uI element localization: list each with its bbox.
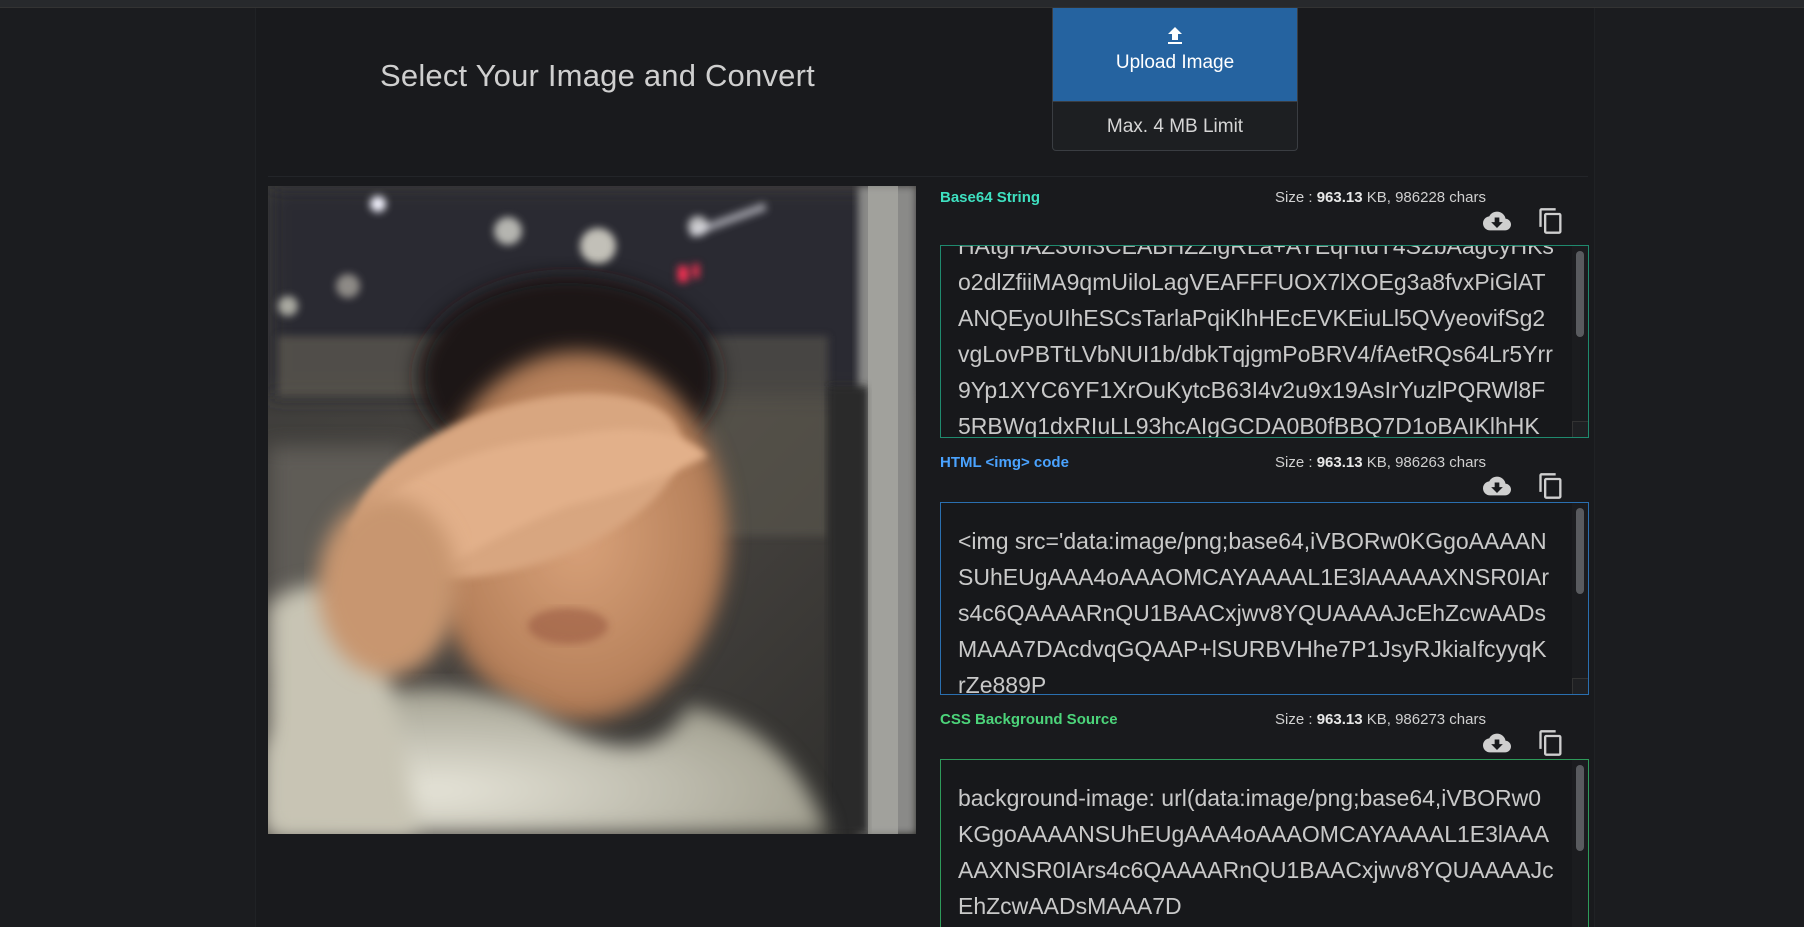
resize-handle[interactable] — [1572, 678, 1588, 694]
css-background-content: background-image: url(data:image/png;bas… — [958, 785, 1554, 919]
html-size-text: Size : 963.13 KB, 986263 chars — [1275, 454, 1486, 471]
css-background-label: CSS Background Source — [940, 711, 1118, 728]
base64-content: HAtgHAZ30fi3CEABHZZigRLa+AYEqHtdT4S2bAag… — [958, 245, 1554, 438]
scrollbar-thumb[interactable] — [1576, 251, 1584, 337]
scrollbar-thumb[interactable] — [1576, 508, 1584, 594]
size-value: 963.13 — [1316, 711, 1363, 728]
preview-photo — [268, 186, 916, 834]
css-background-textarea[interactable]: background-image: url(data:image/png;bas… — [940, 759, 1589, 927]
copy-icon[interactable] — [1537, 472, 1565, 500]
cloud-download-icon[interactable] — [1483, 472, 1511, 500]
base64-size-text: Size : 963.13 KB, 986228 chars — [1275, 189, 1486, 206]
cloud-download-icon[interactable] — [1483, 729, 1511, 757]
size-value: 963.13 — [1316, 454, 1363, 471]
size-value: 963.13 — [1316, 189, 1363, 206]
size-prefix: Size : — [1275, 454, 1317, 471]
browser-top-bar — [0, 0, 1804, 8]
upload-button-label: Upload Image — [1115, 52, 1235, 73]
scrollbar[interactable] — [1572, 246, 1588, 437]
scrollbar-thumb[interactable] — [1576, 765, 1584, 851]
divider — [268, 176, 1588, 177]
size-prefix: Size : — [1275, 189, 1317, 206]
base64-textarea[interactable]: HAtgHAZ30fi3CEABHZZigRLa+AYEqHtdT4S2bAag… — [940, 245, 1589, 438]
copy-icon[interactable] — [1537, 729, 1565, 757]
size-suffix: KB, 986228 chars — [1362, 189, 1486, 206]
upload-icon — [1168, 27, 1182, 44]
page-title: Select Your Image and Convert — [380, 58, 815, 93]
cloud-download-icon[interactable] — [1483, 207, 1511, 235]
size-suffix: KB, 986263 chars — [1362, 454, 1486, 471]
upload-image-button[interactable]: Upload Image — [1053, 8, 1297, 101]
html-img-code-label: HTML <img> code — [940, 454, 1069, 471]
copy-icon[interactable] — [1537, 207, 1565, 235]
scrollbar[interactable] — [1572, 760, 1588, 927]
resize-handle[interactable] — [1572, 421, 1588, 437]
size-prefix: Size : — [1275, 711, 1317, 728]
upload-panel: Upload Image Max. 4 MB Limit — [1052, 8, 1298, 151]
scrollbar[interactable] — [1572, 503, 1588, 694]
image-preview — [268, 186, 916, 834]
html-img-content: <img src='data:image/png;base64,iVBORw0K… — [958, 528, 1550, 695]
size-suffix: KB, 986273 chars — [1362, 711, 1486, 728]
base64-string-label: Base64 String — [940, 189, 1041, 206]
css-size-text: Size : 963.13 KB, 986273 chars — [1275, 711, 1486, 728]
html-img-textarea[interactable]: <img src='data:image/png;base64,iVBORw0K… — [940, 502, 1589, 695]
size-limit-text: Max. 4 MB Limit — [1053, 101, 1297, 150]
